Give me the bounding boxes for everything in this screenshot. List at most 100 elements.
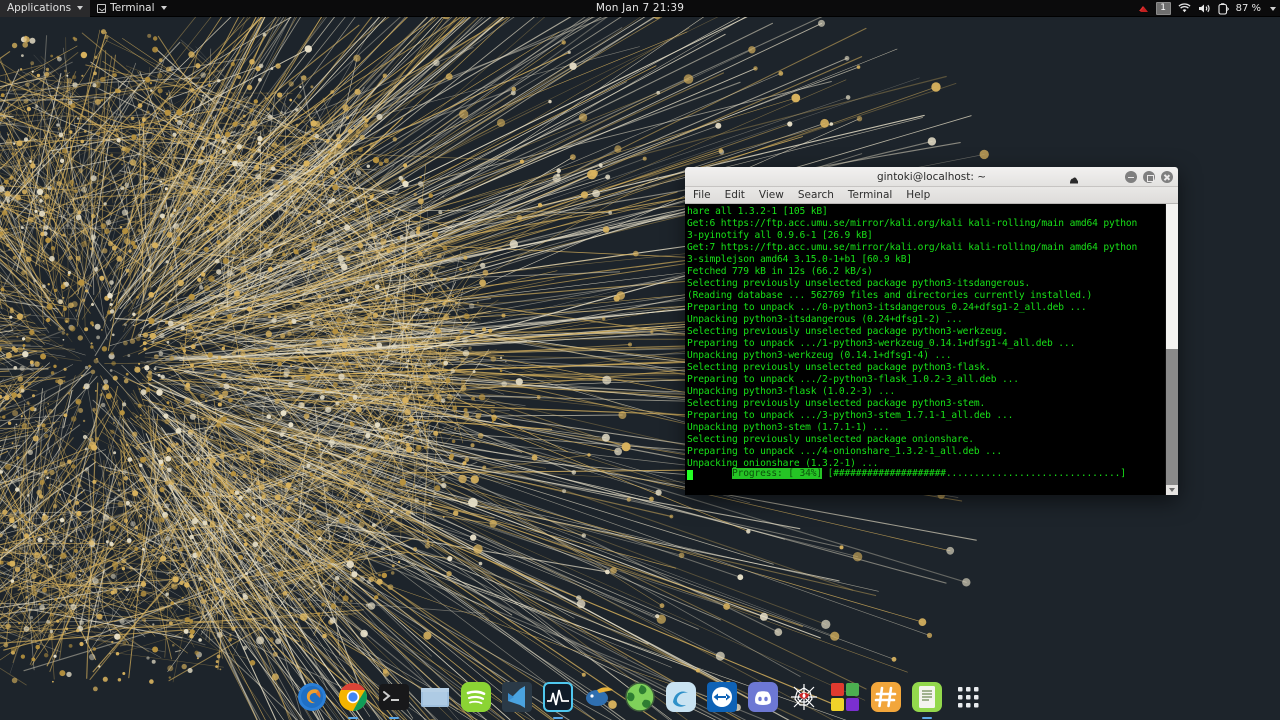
terminal-icon <box>378 681 410 713</box>
wifi-icon[interactable] <box>1178 0 1191 17</box>
terminal-line: (Reading database ... 562769 files and d… <box>687 290 1093 301</box>
four-squares-icon <box>829 681 861 713</box>
close-button[interactable] <box>1161 171 1173 183</box>
clock: Mon Jan 7 21:39 <box>595 2 685 14</box>
terminal-line: Unpacking python3-flask (1.0.2-3) ... <box>687 386 896 397</box>
menu-view[interactable]: View <box>759 189 784 201</box>
dock-item-files[interactable] <box>418 680 452 714</box>
terminal-output[interactable]: hare all 1.3.2-1 [105 kB] Get:6 https://f… <box>685 204 1165 495</box>
scrollbar-thumb[interactable] <box>1166 349 1178 489</box>
teamviewer-icon <box>706 681 738 713</box>
terminal-scrollbar[interactable] <box>1165 204 1178 495</box>
dock-item-edge[interactable] <box>664 680 698 714</box>
system-tray: 1 87 % <box>1138 0 1276 17</box>
system-monitor-icon <box>542 681 574 713</box>
document-icon <box>911 681 943 713</box>
dock-item-discord[interactable] <box>746 680 780 714</box>
terminal-line: Selecting previously unselected package … <box>687 326 1008 337</box>
scrollbar-track[interactable] <box>1166 204 1178 349</box>
applications-menu-button[interactable]: Applications <box>0 0 91 17</box>
pointer-badge-icon <box>1068 171 1080 184</box>
running-indicator <box>553 717 563 719</box>
dock-item-burpsuite[interactable] <box>787 680 821 714</box>
menu-edit[interactable]: Edit <box>725 189 745 201</box>
terminal-window-label: Terminal <box>110 2 155 14</box>
dock-item-tor-browser[interactable] <box>623 680 657 714</box>
edge-icon <box>665 681 697 713</box>
dock-item-vscode[interactable] <box>500 680 534 714</box>
top-panel: Applications Terminal Mon Jan 7 21:39 1 <box>0 0 1280 17</box>
folder-icon <box>419 681 451 713</box>
running-indicator <box>389 717 399 719</box>
terminal-window-button[interactable]: Terminal <box>90 0 173 17</box>
terminal-title: gintoki@localhost: ~ <box>876 170 987 183</box>
terminal-icon <box>97 3 107 13</box>
minimize-button[interactable] <box>1125 171 1137 183</box>
terminal-line: Selecting previously unselected package … <box>687 362 991 373</box>
running-indicator <box>922 717 932 719</box>
grid-icon <box>952 681 984 713</box>
dock-item-firefox[interactable] <box>295 680 329 714</box>
chevron-down-icon <box>160 6 167 10</box>
desktop[interactable]: Applications Terminal Mon Jan 7 21:39 1 <box>0 0 1280 720</box>
terminal-line: Unpacking python3-werkzeug (0.14.1+dfsg1… <box>687 350 952 361</box>
spiderweb-icon <box>788 681 820 713</box>
wireshark-icon <box>583 681 615 713</box>
window-controls <box>1125 171 1173 183</box>
chrome-icon <box>337 681 369 713</box>
running-indicator <box>348 717 358 719</box>
network-offline-icon[interactable] <box>1138 0 1149 17</box>
hash-icon <box>870 681 902 713</box>
dock-item-teamviewer[interactable] <box>705 680 739 714</box>
menu-help[interactable]: Help <box>906 189 930 201</box>
terminal-line: Get:7 https://ftp.acc.umu.se/mirror/kali… <box>687 242 1138 253</box>
terminal-line: Preparing to unpack .../1-python3-werkze… <box>687 338 1076 349</box>
terminal-line: Selecting previously unselected package … <box>687 278 1031 289</box>
dock-item-microsoft[interactable] <box>828 680 862 714</box>
battery-icon[interactable] <box>1218 0 1229 17</box>
dock-item-system-monitor[interactable] <box>541 680 575 719</box>
battery-percent-label: 87 % <box>1235 3 1261 14</box>
terminal-titlebar[interactable]: gintoki@localhost: ~ <box>685 167 1178 187</box>
terminal-line: Selecting previously unselected package … <box>687 434 974 445</box>
terminal-line: Unpacking python3-stem (1.7.1-1) ... <box>687 422 890 433</box>
workspace-indicator[interactable]: 1 <box>1155 2 1171 15</box>
terminal-line: 3-pyinotify all 0.9.6-1 [26.9 kB] <box>687 230 873 241</box>
maximize-button[interactable] <box>1143 171 1155 183</box>
apt-progress-line: Progress: [ 34%] [####################..… <box>687 456 1126 492</box>
apt-progress-bar: [####################...................… <box>827 468 1126 479</box>
terminal-line: Unpacking python3-itsdangerous (0.24+dfs… <box>687 314 963 325</box>
dock-item-spotify[interactable] <box>459 680 493 714</box>
dock-item-hashcat[interactable] <box>869 680 903 714</box>
volume-icon[interactable] <box>1198 0 1211 17</box>
terminal-line: hare all 1.3.2-1 [105 kB] <box>687 206 828 217</box>
dock <box>0 674 1280 720</box>
chevron-down-icon[interactable] <box>1270 6 1276 11</box>
dock-item-chrome[interactable] <box>336 680 370 719</box>
terminal-line: Selecting previously unselected package … <box>687 398 986 409</box>
applications-menu-label: Applications <box>7 2 72 14</box>
dock-item-wireshark[interactable] <box>582 680 616 714</box>
terminal-menubar: File Edit View Search Terminal Help <box>685 187 1178 204</box>
menu-search[interactable]: Search <box>798 189 834 201</box>
discord-icon <box>747 681 779 713</box>
terminal-line: Preparing to unpack .../2-python3-flask_… <box>687 374 1019 385</box>
dock-item-show-apps[interactable] <box>951 680 985 714</box>
terminal-line: Get:6 https://ftp.acc.umu.se/mirror/kali… <box>687 218 1138 229</box>
apt-progress-label: Progress: [ 34%] <box>732 468 823 479</box>
chevron-down-icon <box>77 6 84 10</box>
dock-item-terminal[interactable] <box>377 680 411 719</box>
menu-terminal[interactable]: Terminal <box>848 189 892 201</box>
terminal-line: Fetched 779 kB in 12s (66.2 kB/s) <box>687 266 873 277</box>
terminal-window[interactable]: gintoki@localhost: ~ File Edit View Sear… <box>685 167 1178 495</box>
globe-icon <box>624 681 656 713</box>
firefox-icon <box>296 681 328 713</box>
terminal-line: Preparing to unpack .../3-python3-stem_1… <box>687 410 1014 421</box>
scrollbar-down-arrow[interactable] <box>1166 485 1178 495</box>
dock-item-text-editor[interactable] <box>910 680 944 719</box>
spotify-icon <box>460 681 492 713</box>
menu-file[interactable]: File <box>693 189 711 201</box>
terminal-body[interactable]: hare all 1.3.2-1 [105 kB] Get:6 https://f… <box>685 204 1178 495</box>
terminal-line: Preparing to unpack .../0-python3-itsdan… <box>687 302 1087 313</box>
terminal-line: 3-simplejson amd64 3.15.0-1+b1 [60.9 kB] <box>687 254 913 265</box>
